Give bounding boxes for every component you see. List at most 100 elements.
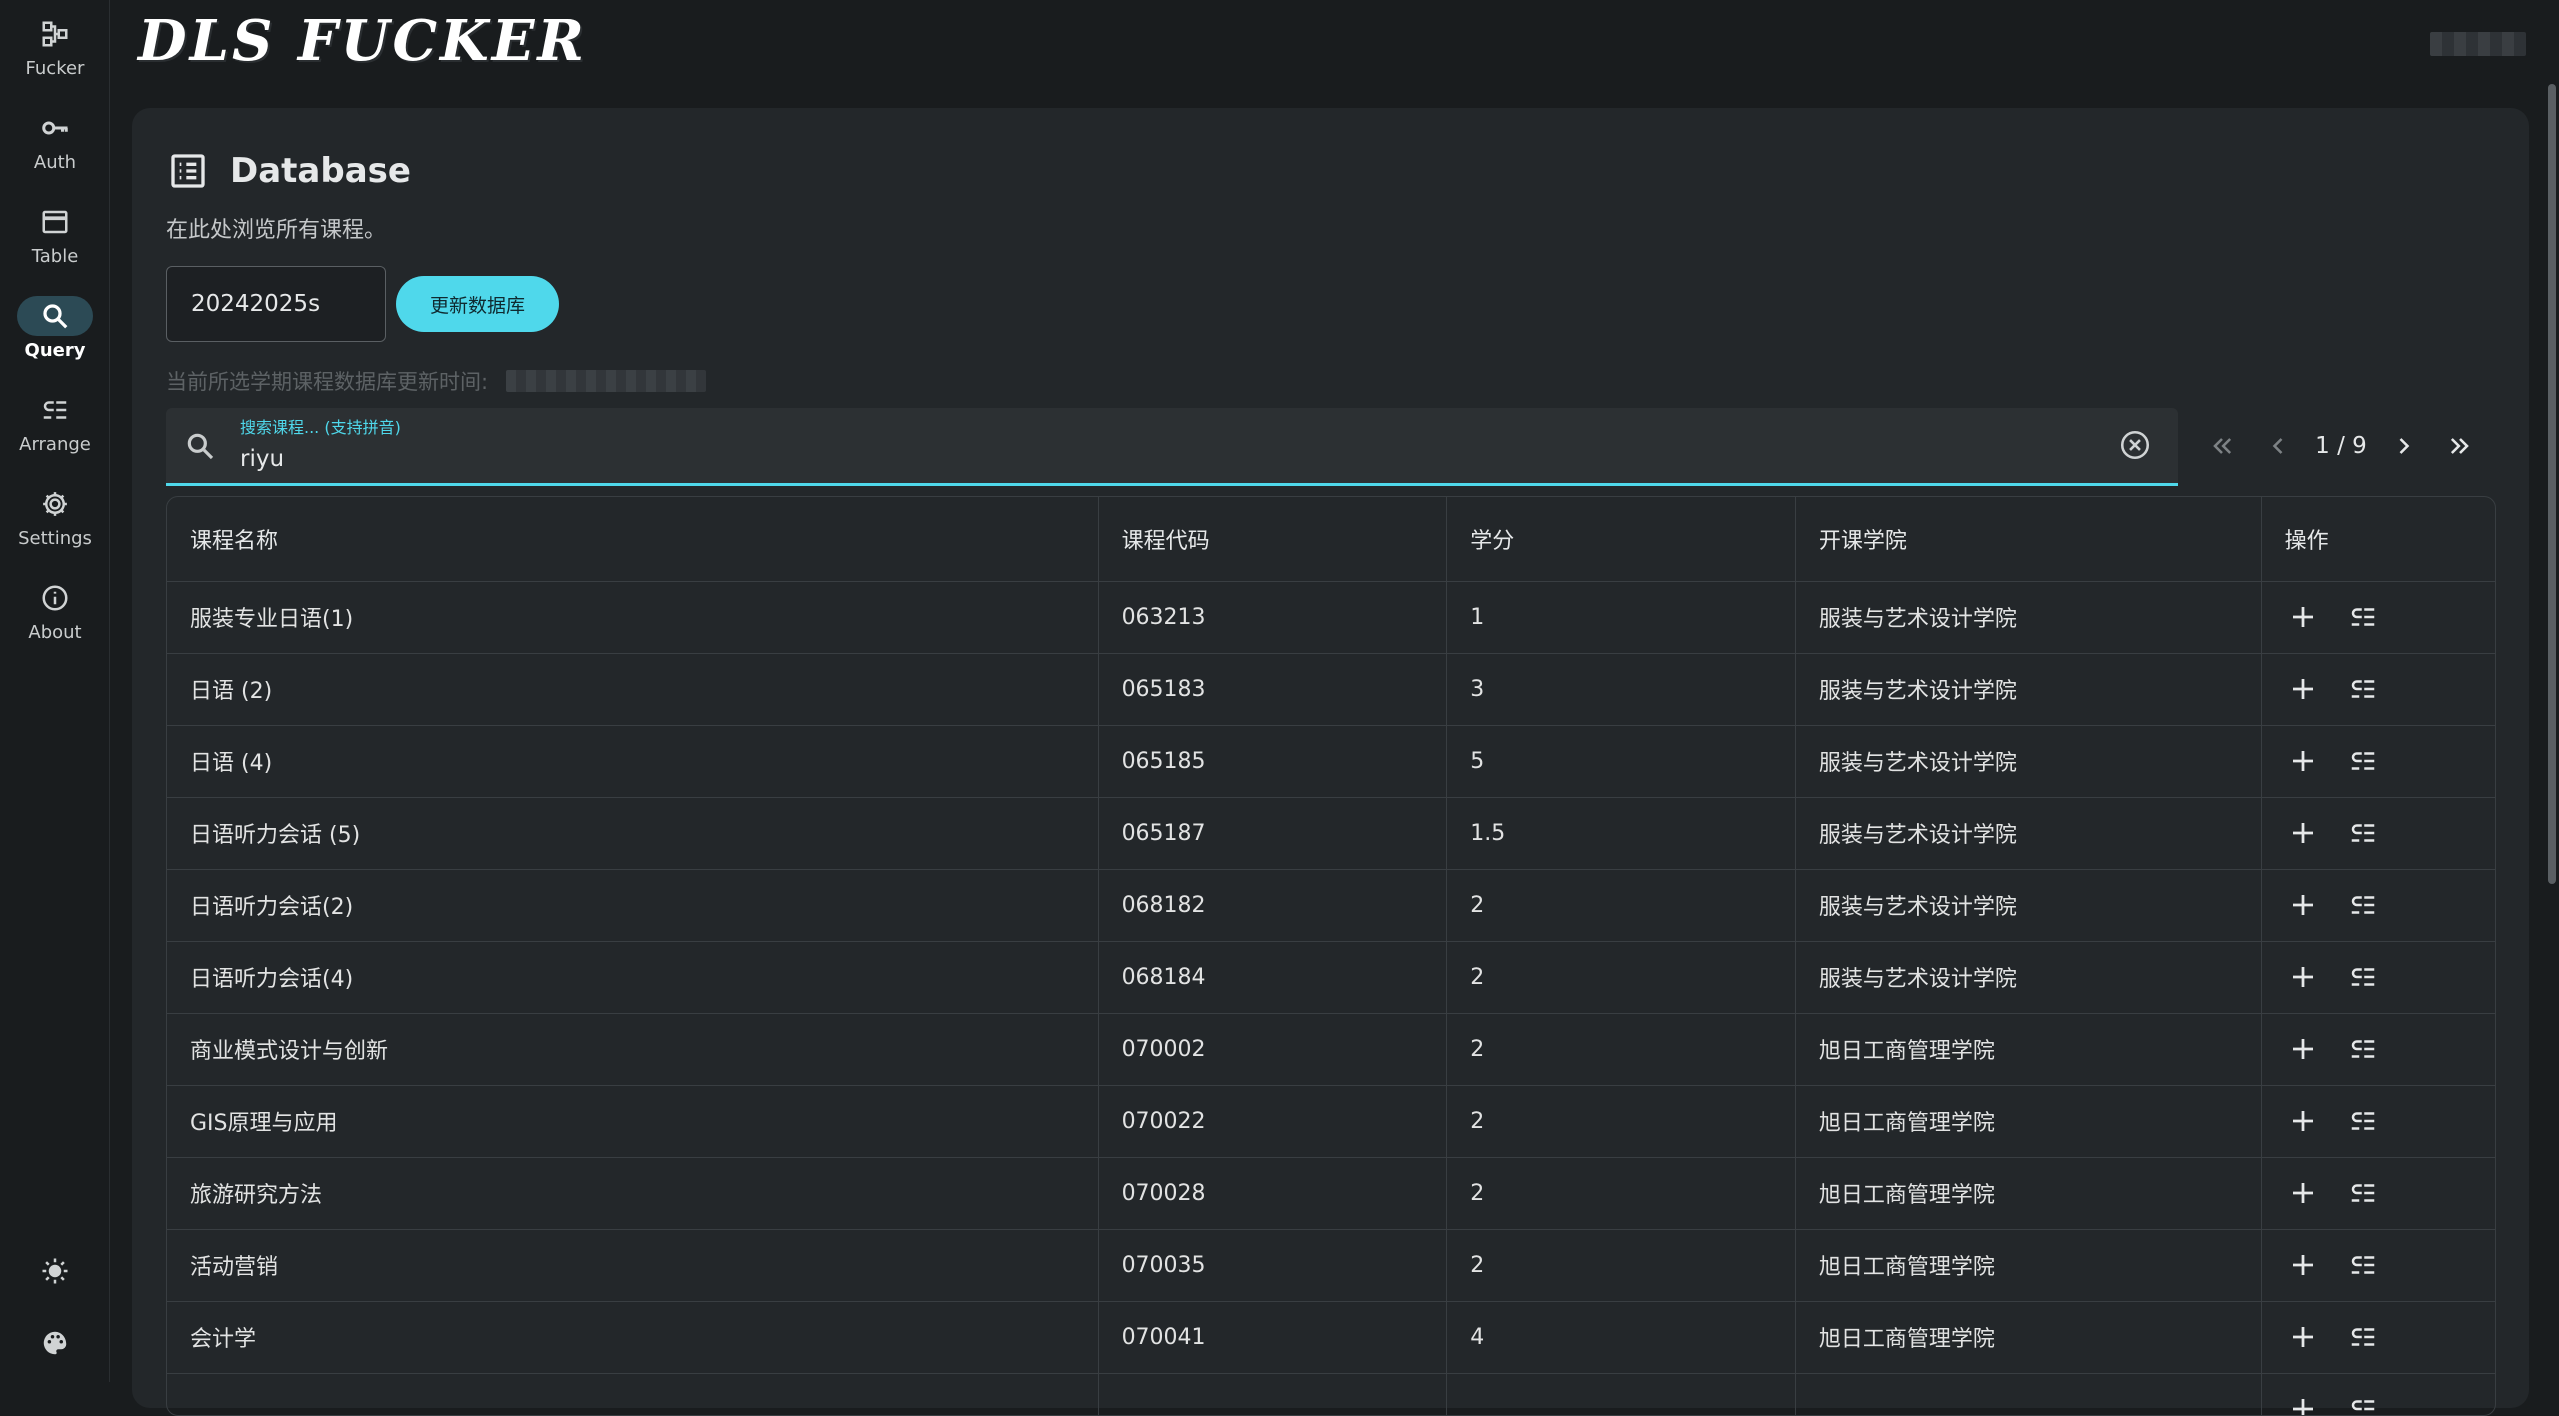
sun-icon (40, 1256, 70, 1286)
arrange-course-button[interactable] (2345, 1175, 2381, 1211)
next-page-button[interactable] (2376, 418, 2432, 474)
plus-icon (2288, 1250, 2318, 1280)
course-code-cell: 070022 (1098, 1085, 1447, 1157)
row-actions (2285, 582, 2472, 653)
table-row[interactable]: 旅游研究方法0700282旭日工商管理学院 (167, 1157, 2495, 1229)
first-page-button[interactable] (2194, 418, 2250, 474)
course-college-cell (1795, 1373, 2261, 1416)
table-row[interactable]: 日语 (4)0651855服装与艺术设计学院 (167, 725, 2495, 797)
arrange-icon (2348, 746, 2378, 776)
add-course-button[interactable] (2285, 959, 2321, 995)
row-actions (2285, 654, 2472, 725)
course-code-cell: 065185 (1098, 725, 1447, 797)
course-credit-cell (1447, 1373, 1796, 1416)
add-course-button[interactable] (2285, 815, 2321, 851)
nav-item-fucker[interactable]: Fucker (0, 14, 110, 94)
arrange-course-button[interactable] (2345, 1247, 2381, 1283)
course-college-cell: 服装与艺术设计学院 (1795, 797, 2261, 869)
update-database-button[interactable]: 更新数据库 (396, 276, 559, 332)
arrange-course-button[interactable] (2345, 1031, 2381, 1067)
pagination: 1 / 9 (2194, 418, 2488, 474)
add-course-button[interactable] (2285, 1319, 2321, 1355)
course-credit-cell: 3 (1447, 653, 1796, 725)
arrange-course-button[interactable] (2345, 959, 2381, 995)
table-row[interactable]: 日语听力会话(4)0681842服装与艺术设计学院 (167, 941, 2495, 1013)
actions-cell (2261, 653, 2495, 725)
arrange-course-button[interactable] (2345, 815, 2381, 851)
nav-item-query[interactable]: Query (0, 296, 110, 376)
add-course-button[interactable] (2285, 599, 2321, 635)
palette-icon (40, 1328, 70, 1358)
nav-item-arrange[interactable]: Arrange (0, 390, 110, 470)
arrange-course-button[interactable] (2345, 671, 2381, 707)
table-row[interactable]: 日语 (2)0651833服装与艺术设计学院 (167, 653, 2495, 725)
row-actions (2285, 1014, 2472, 1085)
plus-icon (2288, 1322, 2318, 1352)
info-icon (17, 578, 93, 618)
table-row[interactable]: 服装专业日语(1)0632131服装与艺术设计学院 (167, 581, 2495, 653)
add-course-button[interactable] (2285, 1247, 2321, 1283)
table-header-row: 课程名称 课程代码 学分 开课学院 操作 (167, 497, 2495, 581)
arrange-course-button[interactable] (2345, 887, 2381, 923)
table-row[interactable]: GIS原理与应用0700222旭日工商管理学院 (167, 1085, 2495, 1157)
page-scrollbar[interactable] (2548, 84, 2556, 884)
table-body: 服装专业日语(1)0632131服装与艺术设计学院日语 (2)0651833服装… (167, 581, 2495, 1416)
course-credit-cell: 2 (1447, 869, 1796, 941)
palette-button[interactable] (0, 1318, 110, 1368)
course-credit-cell: 1.5 (1447, 797, 1796, 869)
add-course-button[interactable] (2285, 887, 2321, 923)
table-row[interactable]: 日语听力会话(2)0681822服装与艺术设计学院 (167, 869, 2495, 941)
semester-input[interactable] (166, 266, 386, 342)
nav-item-auth[interactable]: Auth (0, 108, 110, 188)
table-row[interactable]: 会计学0700414旭日工商管理学院 (167, 1301, 2495, 1373)
table-row[interactable] (167, 1373, 2495, 1416)
plus-icon (2288, 746, 2318, 776)
nav-item-settings[interactable]: Settings (0, 484, 110, 564)
prev-page-button[interactable] (2250, 418, 2306, 474)
search-input[interactable] (240, 442, 2040, 476)
add-course-button[interactable] (2285, 743, 2321, 779)
actions-cell (2261, 1157, 2495, 1229)
add-course-button[interactable] (2285, 1175, 2321, 1211)
theme-toggle-button[interactable] (0, 1246, 110, 1296)
nav-item-table[interactable]: Table (0, 202, 110, 282)
arrange-icon (2348, 1250, 2378, 1280)
last-page-button[interactable] (2432, 418, 2488, 474)
table-row[interactable]: 活动营销0700352旭日工商管理学院 (167, 1229, 2495, 1301)
course-credit-cell: 2 (1447, 1085, 1796, 1157)
column-header-actions: 操作 (2261, 497, 2495, 581)
table-row[interactable]: 商业模式设计与创新0700022旭日工商管理学院 (167, 1013, 2495, 1085)
key-icon (17, 108, 93, 148)
add-course-button[interactable] (2285, 1103, 2321, 1139)
plus-icon (2288, 1394, 2318, 1416)
add-course-button[interactable] (2285, 1031, 2321, 1067)
add-course-button[interactable] (2285, 671, 2321, 707)
course-code-cell (1098, 1373, 1447, 1416)
chevron-left-icon (2264, 432, 2292, 460)
course-code-cell: 070002 (1098, 1013, 1447, 1085)
actions-cell (2261, 1229, 2495, 1301)
column-header-code[interactable]: 课程代码 (1098, 497, 1447, 581)
arrange-course-button[interactable] (2345, 1319, 2381, 1355)
course-credit-cell: 4 (1447, 1301, 1796, 1373)
arrange-course-button[interactable] (2345, 743, 2381, 779)
course-college-cell: 服装与艺术设计学院 (1795, 581, 2261, 653)
window-icon (17, 202, 93, 242)
user-avatar-redacted[interactable] (2430, 32, 2526, 56)
arrange-icon (2348, 890, 2378, 920)
column-header-credit[interactable]: 学分 (1447, 497, 1796, 581)
course-credit-cell: 2 (1447, 1157, 1796, 1229)
arrange-course-button[interactable] (2345, 1103, 2381, 1139)
arrange-course-button[interactable] (2345, 599, 2381, 635)
arrange-course-button[interactable] (2345, 1391, 2381, 1416)
row-actions (2285, 1158, 2472, 1229)
table-row[interactable]: 日语听力会话 (5)0651871.5服装与艺术设计学院 (167, 797, 2495, 869)
course-search-field[interactable]: 搜索课程... (支持拼音) (166, 408, 2178, 486)
clear-icon[interactable] (2118, 428, 2152, 462)
arrange-icon (2348, 1178, 2378, 1208)
course-code-cell: 070041 (1098, 1301, 1447, 1373)
column-header-college[interactable]: 开课学院 (1795, 497, 2261, 581)
column-header-name[interactable]: 课程名称 (167, 497, 1098, 581)
add-course-button[interactable] (2285, 1391, 2321, 1416)
nav-item-about[interactable]: About (0, 578, 110, 658)
